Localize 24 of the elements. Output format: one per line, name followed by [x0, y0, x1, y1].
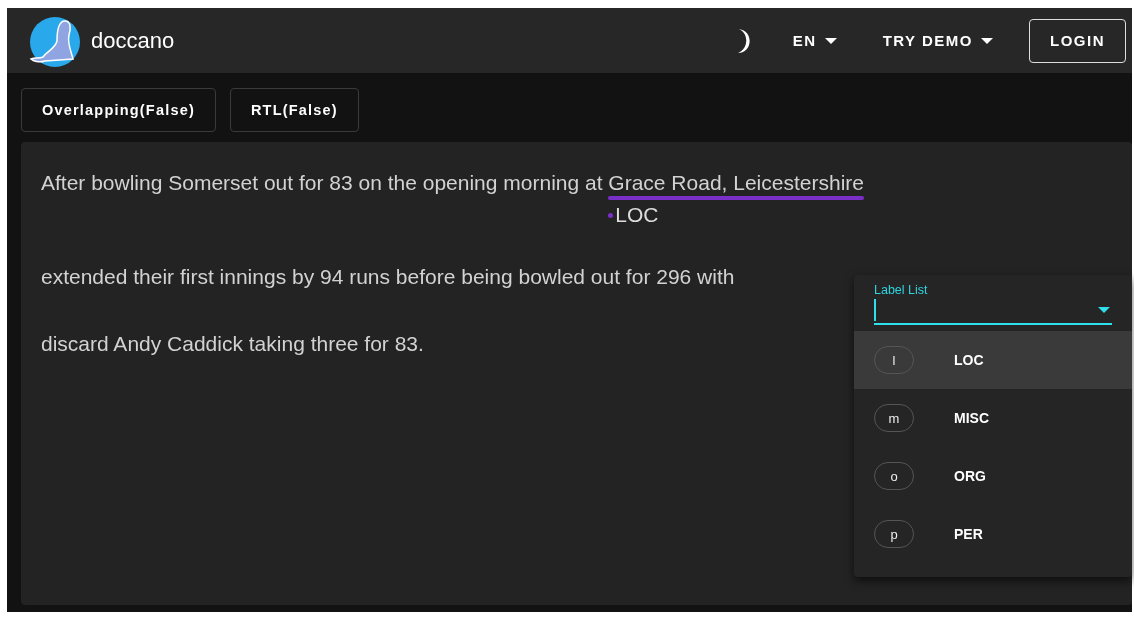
label-name: ORG	[954, 468, 986, 484]
caret-icon	[824, 37, 837, 44]
document-text: extended their first innings by 94 runs before being bowled out for 296 with	[41, 264, 735, 290]
entity-label: LOC	[615, 202, 659, 228]
label-menu-item[interactable]: m MISC	[854, 389, 1132, 447]
document-text: discard Andy Caddick taking three for 83.	[41, 331, 424, 357]
label-menu-item[interactable]: l LOC	[854, 331, 1132, 389]
label-name: PER	[954, 526, 983, 542]
label-menu-item[interactable]: p PER	[854, 505, 1132, 563]
field-label: Label List	[874, 283, 929, 297]
label-name: MISC	[954, 410, 989, 426]
document-text: After bowling Somerset out for 83 on the opening morning at	[41, 170, 604, 196]
dropdown-caret-icon	[1098, 307, 1110, 313]
login-button[interactable]: LOGIN	[1029, 18, 1126, 63]
toggle-button[interactable]: Overlapping(False)	[21, 88, 216, 132]
annotated-text[interactable]: Grace Road, Leicestershire	[608, 166, 864, 200]
label-select-field[interactable]: Label List	[854, 275, 1132, 331]
label-name: LOC	[954, 352, 984, 368]
language-menu-button[interactable]: EN	[782, 26, 847, 55]
try-demo-menu-button[interactable]: TRY DEMO	[872, 26, 1003, 55]
toggle-button[interactable]: RTL(False)	[229, 88, 359, 132]
label-menu-item[interactable]: o ORG	[854, 447, 1132, 505]
caret-icon	[981, 37, 993, 44]
app-title: doccano	[91, 27, 175, 54]
